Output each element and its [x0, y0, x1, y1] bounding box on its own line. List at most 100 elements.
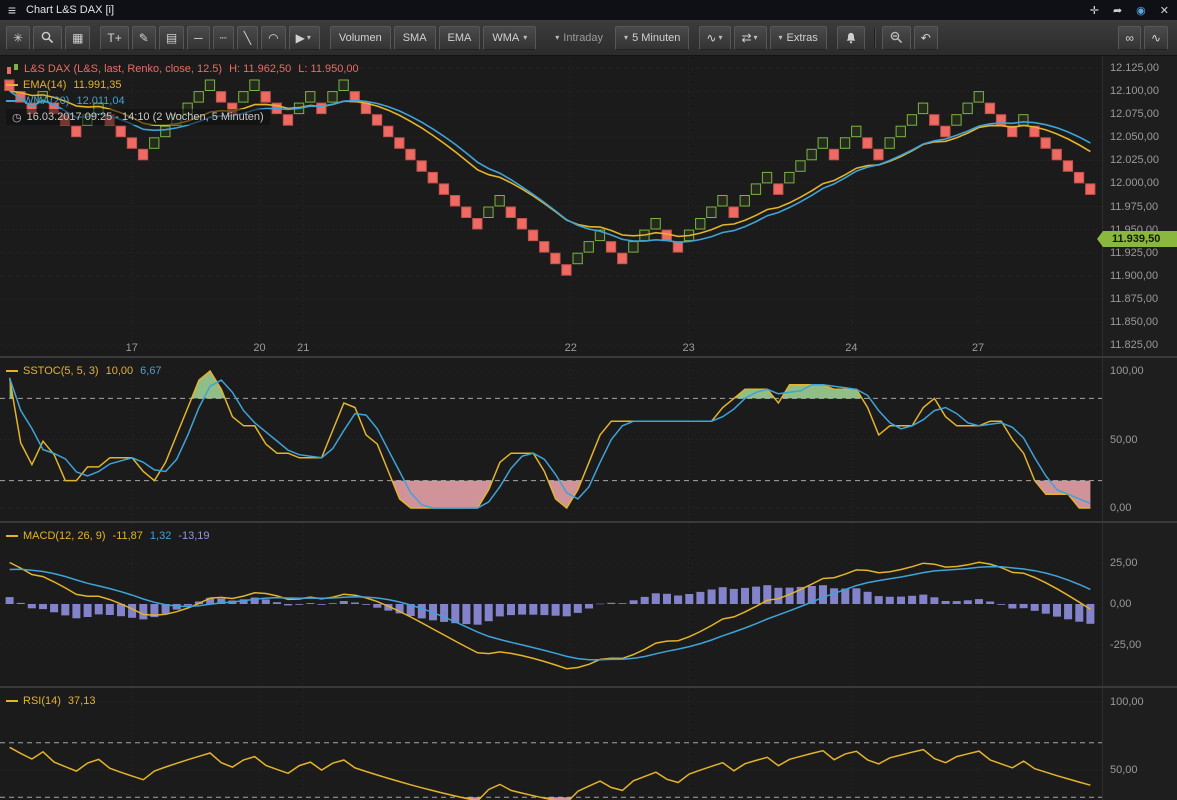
ema-button[interactable]: EMA [439, 26, 481, 50]
panel-separator[interactable] [0, 686, 1177, 688]
last-price-tag: 11.939,50 [1103, 231, 1177, 247]
link-charts-button-icon: ∞ [1125, 32, 1134, 44]
undo-button[interactable]: ↶ [914, 26, 938, 50]
caret-down-icon: ▾ [752, 34, 760, 42]
horizontal-line-button[interactable]: ─ [187, 26, 210, 50]
instrument-label: L&S DAX (L&S, last, Renko, close, 12.5) [24, 63, 222, 75]
wma-dropdown-label: WMA [490, 32, 521, 44]
axis-label: 100,00 [1103, 695, 1177, 709]
axis-label: 12.025,00 [1103, 153, 1177, 167]
axis-label: 25,00 [1103, 556, 1177, 570]
menu-icon[interactable]: ≡ [0, 2, 24, 18]
trendline-button[interactable]: ╲ [237, 26, 258, 50]
axis-label: 11.975,00 [1103, 200, 1177, 214]
high-value: H: 11.962,50 [229, 63, 291, 75]
intraday-dropdown-label: Intraday [561, 32, 605, 44]
grid-button[interactable]: ▦ [65, 26, 90, 50]
axis-label: 0,00 [1103, 501, 1177, 515]
legend-wma[interactable]: WMA(20) 12.011,04 [6, 93, 359, 109]
text-tool-button[interactable]: T+ [100, 26, 128, 50]
trendline-button-icon: ╲ [244, 32, 251, 44]
maximize-icon[interactable]: ✛ [1090, 4, 1099, 17]
detach-window-icon[interactable]: ➦ [1113, 4, 1122, 17]
caret-down-icon: ▾ [622, 34, 630, 42]
wma-dropdown[interactable]: WMA▾ [483, 26, 536, 50]
fibonacci-button[interactable]: ▤ [159, 26, 184, 50]
period-label: 16.03.2017 09:25 - 14:10 (2 Wochen, 5 Mi… [27, 111, 264, 123]
sstoc-legend[interactable]: SSTOC(5, 5, 3) 10,00 6,67 [6, 363, 162, 379]
date-label: 24 [836, 342, 866, 354]
titlebar: ≡ Chart L&S DAX [i] ✛ ➦ ◉ ✕ [0, 0, 1177, 20]
rsi-label: RSI(14) [23, 695, 61, 707]
pointer-dropdown[interactable]: ▶▾ [289, 26, 320, 50]
draw-line-button[interactable]: ✎ [132, 26, 156, 50]
macd-line [10, 562, 1091, 668]
sstoc-label: SSTOC(5, 5, 3) [23, 365, 99, 377]
alarm-button[interactable] [837, 26, 865, 50]
arc-button[interactable]: ◠ [261, 26, 285, 50]
fibonacci-button-icon: ▤ [166, 32, 177, 44]
wma-label: WMA(20) [23, 95, 69, 107]
date-label: 20 [245, 342, 275, 354]
rsi-value: 37,13 [68, 695, 96, 707]
price-axis[interactable]: 12.125,0012.100,0012.075,0012.050,0012.0… [1102, 56, 1177, 800]
volumen-button[interactable]: Volumen [330, 26, 391, 50]
toolbar-left-group: ✳▦T+✎▤─┈╲◠▶▾VolumenSMAEMAWMA▾▾Intraday▾5… [6, 26, 1118, 50]
rsi-line-chip [6, 700, 18, 702]
chart-type-dropdown[interactable]: ∿▾ [699, 26, 731, 50]
extras-dropdown-label: Extras [785, 32, 820, 44]
macd-panel [0, 523, 1102, 686]
axis-label: 0,00 [1103, 597, 1177, 611]
macd-value: -11,87 [113, 530, 143, 542]
low-value: L: 11.950,00 [298, 63, 358, 75]
legend-instrument[interactable]: L&S DAX (L&S, last, Renko, close, 12.5) … [6, 61, 359, 77]
rsi-legend[interactable]: RSI(14) 37,13 [6, 693, 95, 709]
clock-icon: ◷ [12, 111, 22, 124]
arc-button-icon: ◠ [268, 32, 278, 44]
sstoc-line-chip [6, 370, 18, 372]
chart-plots[interactable] [0, 56, 1102, 800]
volumen-button-label: Volumen [337, 32, 384, 44]
extras-dropdown[interactable]: ▾Extras [770, 26, 827, 50]
horizontal-ray-button[interactable]: ┈ [213, 26, 234, 50]
panel-separator[interactable] [0, 356, 1177, 358]
macd-label: MACD(12, 26, 9) [23, 530, 106, 542]
axis-label: 11.875,00 [1103, 292, 1177, 306]
sma-button[interactable]: SMA [394, 26, 436, 50]
date-label: 27 [963, 342, 993, 354]
zoom-out-button[interactable] [882, 26, 911, 50]
caret-down-icon: ▾ [521, 34, 529, 42]
main-legend: L&S DAX (L&S, last, Renko, close, 12.5) … [6, 61, 359, 125]
magnifier-icon [40, 30, 55, 45]
sstoc-panel [0, 358, 1102, 521]
caret-down-icon: ▾ [777, 34, 785, 42]
record-icon[interactable]: ◉ [1136, 4, 1146, 17]
legend-ema[interactable]: EMA(14) 11.991,35 [6, 77, 359, 93]
chart-settings-button[interactable]: ✳ [6, 26, 30, 50]
pointer-dropdown-icon: ▶ [296, 32, 305, 44]
indicator-window-button-icon: ∿ [1151, 32, 1161, 44]
indicator-window-button[interactable]: ∿ [1144, 26, 1168, 50]
zoom-mode-button[interactable] [33, 26, 62, 50]
close-icon[interactable]: ✕ [1160, 4, 1169, 17]
axis-label: 12.125,00 [1103, 61, 1177, 75]
macd-hist-value: 1,32 [150, 530, 171, 542]
macd-legend[interactable]: MACD(12, 26, 9) -11,87 1,32 -13,19 [6, 528, 210, 544]
panel-separator[interactable] [0, 521, 1177, 523]
sstoc-d-line [10, 378, 1091, 508]
date-label: 21 [288, 342, 318, 354]
caret-down-icon: ▾ [553, 34, 561, 42]
horizontal-line-button-icon: ─ [194, 32, 203, 44]
legend-period: ◷ 16.03.2017 09:25 - 14:10 (2 Wochen, 5 … [6, 109, 270, 125]
axis-label: 12.050,00 [1103, 130, 1177, 144]
ema-label: EMA(14) [23, 79, 66, 91]
titlebar-icons: ✛ ➦ ◉ ✕ [1076, 4, 1177, 17]
compare-dropdown[interactable]: ⇄▾ [734, 26, 766, 50]
link-charts-button[interactable]: ∞ [1118, 26, 1141, 50]
interval-dropdown-label: 5 Minuten [630, 32, 682, 44]
ema-value: 11.991,35 [73, 79, 121, 91]
interval-dropdown[interactable]: ▾5 Minuten [615, 26, 689, 50]
undo-button-icon: ↶ [921, 32, 931, 44]
last-price-value: 11.939,50 [1112, 233, 1160, 245]
window-title: Chart L&S DAX [i] [26, 4, 114, 16]
